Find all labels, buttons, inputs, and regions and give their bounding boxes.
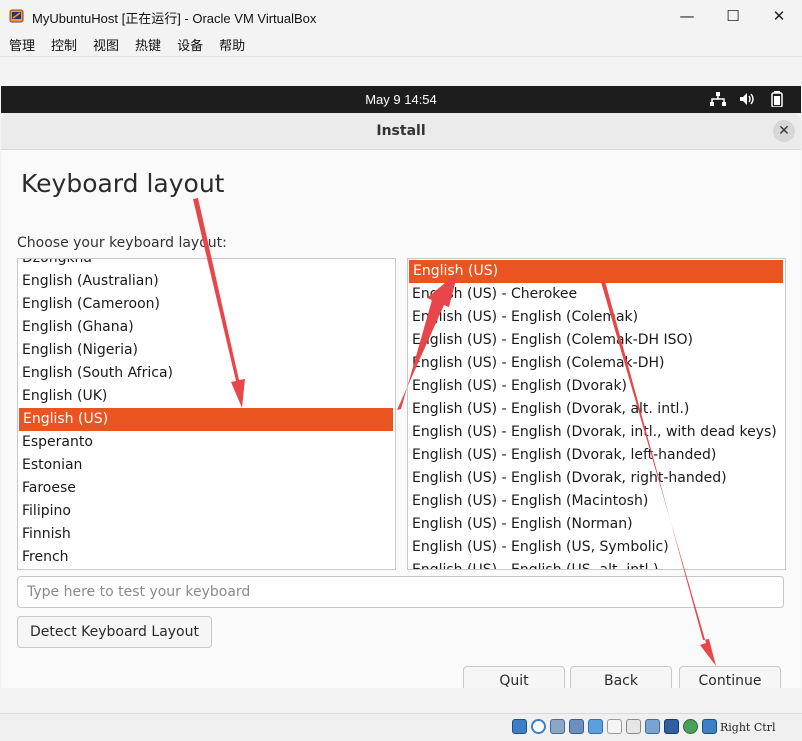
host-title-bar: MyUbuntuHost [正在运行] - Oracle VM VirtualB… — [0, 0, 802, 32]
maximize-icon: ☐ — [726, 7, 740, 25]
list-item[interactable]: English (Ghana) — [18, 316, 395, 339]
network-icon[interactable] — [709, 91, 727, 107]
list-item[interactable]: English (US) - English (Colemak) — [408, 306, 785, 329]
list-item[interactable]: English (US) - English (Dvorak, left-han… — [408, 444, 785, 467]
installer-header: Install ✕ — [1, 113, 801, 150]
variant-list[interactable]: English (US) English (US) - Cherokee Eng… — [407, 258, 786, 570]
installer-close-button[interactable]: ✕ — [773, 120, 795, 142]
list-item[interactable]: English (UK) — [18, 385, 395, 408]
vm-status-bar: Right Ctrl — [0, 713, 802, 741]
virtualbox-icon — [9, 9, 24, 23]
back-button[interactable]: Back — [570, 666, 672, 688]
list-item[interactable]: English (US) - English (US, alt. intl.) — [408, 559, 785, 569]
list-item[interactable]: English (US) - English (Macintosh) — [408, 490, 785, 513]
choose-layout-label: Choose your keyboard layout: — [17, 235, 227, 251]
close-icon: ✕ — [778, 123, 790, 139]
keyboard-icon[interactable] — [702, 719, 717, 734]
host-window-title: MyUbuntuHost [正在运行] - Oracle VM VirtualB… — [32, 11, 317, 26]
menu-help[interactable]: 帮助 — [210, 35, 252, 54]
optical-drive-icon[interactable] — [531, 719, 546, 734]
list-item[interactable]: English (US) - English (Colemak-DH) — [408, 352, 785, 375]
shared-folders-icon[interactable] — [607, 719, 622, 734]
hard-disk-icon[interactable] — [512, 719, 527, 734]
clock[interactable]: May 9 14:54 — [1, 92, 801, 107]
quit-button[interactable]: Quit — [463, 666, 565, 688]
display-icon[interactable] — [626, 719, 641, 734]
menu-manage[interactable]: 管理 — [0, 35, 42, 54]
host-toolbar-area — [0, 56, 802, 87]
battery-icon[interactable] — [768, 91, 786, 107]
installer-window: Install ✕ Keyboard layout Choose your ke… — [1, 113, 801, 688]
list-item[interactable]: Esperanto — [18, 431, 395, 454]
list-item[interactable]: English (US) - English (Dvorak, right-ha… — [408, 467, 785, 490]
list-item[interactable]: Dzongkha — [18, 259, 395, 270]
selected-variant-item[interactable]: English (US) — [409, 260, 783, 283]
minimize-button[interactable]: — — [664, 2, 710, 30]
host-menu-bar: 管理 控制 视图 热键 设备 帮助 — [0, 32, 802, 56]
video-capture-icon[interactable] — [645, 719, 660, 734]
minimize-icon: — — [679, 7, 695, 25]
list-item[interactable]: English (Cameroon) — [18, 293, 395, 316]
list-item[interactable]: English (US) - English (Norman) — [408, 513, 785, 536]
mouse-integration-icon[interactable] — [683, 719, 698, 734]
selected-layout-item[interactable]: English (US) — [19, 408, 393, 431]
keyboard-test-input[interactable] — [17, 576, 784, 608]
menu-control[interactable]: 控制 — [42, 35, 84, 54]
list-item[interactable]: Finnish — [18, 523, 395, 546]
list-item[interactable]: Estonian — [18, 454, 395, 477]
host-key-label: Right Ctrl — [720, 721, 776, 734]
audio-icon[interactable] — [550, 719, 565, 734]
network-adapter-icon[interactable] — [569, 719, 584, 734]
list-item[interactable]: French — [18, 546, 395, 569]
list-item[interactable]: Filipino — [18, 500, 395, 523]
menu-view[interactable]: 视图 — [84, 35, 126, 54]
list-item[interactable]: English (Australian) — [18, 270, 395, 293]
close-icon: ✕ — [772, 7, 786, 25]
menu-devices[interactable]: 设备 — [168, 35, 210, 54]
list-item[interactable]: English (Nigeria) — [18, 339, 395, 362]
page-title: Keyboard layout — [21, 169, 225, 198]
list-item[interactable]: English (South Africa) — [18, 362, 395, 385]
list-item[interactable]: English (US) - English (Dvorak, intl., w… — [408, 421, 785, 444]
layout-list[interactable]: Dzongkha English (Australian) English (C… — [17, 258, 396, 570]
volume-icon[interactable] — [738, 91, 756, 107]
list-item[interactable]: English (US) - English (Colemak-DH ISO) — [408, 329, 785, 352]
installer-title: Install — [376, 123, 426, 139]
usb-icon[interactable] — [588, 719, 603, 734]
list-item[interactable]: English (US) - Cherokee — [408, 283, 785, 306]
guest-top-bar: May 9 14:54 — [1, 86, 801, 113]
list-item[interactable]: English (US) - English (Dvorak, alt. int… — [408, 398, 785, 421]
close-window-button[interactable]: ✕ — [756, 2, 802, 30]
detect-keyboard-layout-button[interactable]: Detect Keyboard Layout — [17, 616, 212, 648]
maximize-button[interactable]: ☐ — [710, 2, 756, 30]
continue-button[interactable]: Continue — [679, 666, 781, 688]
vt-x-icon[interactable] — [664, 719, 679, 734]
list-item[interactable]: Faroese — [18, 477, 395, 500]
list-item[interactable]: English (US) - English (US, Symbolic) — [408, 536, 785, 559]
menu-hotkeys[interactable]: 热键 — [126, 35, 168, 54]
list-item[interactable]: English (US) - English (Dvorak) — [408, 375, 785, 398]
